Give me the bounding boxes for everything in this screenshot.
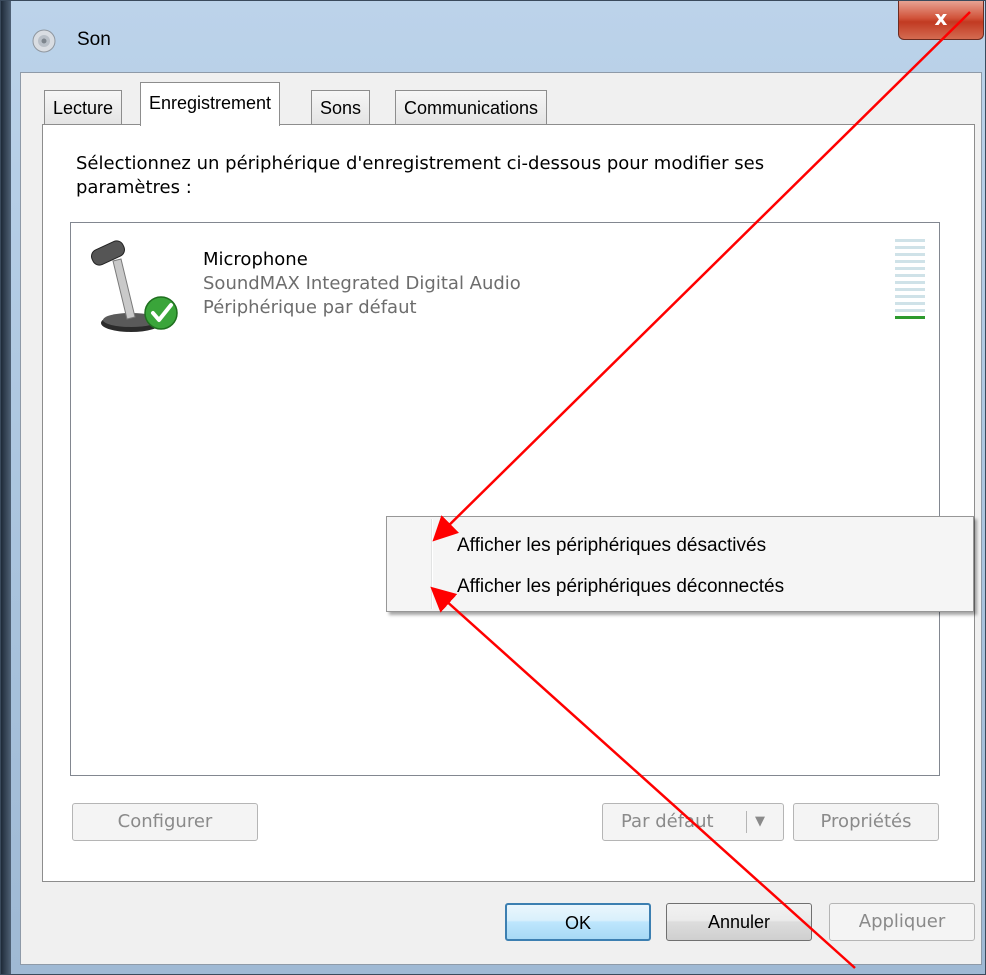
instruction-line: paramètres : <box>76 177 192 198</box>
close-icon: x <box>934 6 948 30</box>
level-segment <box>895 253 925 256</box>
context-menu: Afficher les périphériques désactivés Af… <box>386 516 974 612</box>
menu-gutter <box>431 519 433 609</box>
tab-label: Sons <box>320 98 362 118</box>
device-name: Microphone <box>203 249 308 270</box>
level-meter <box>895 239 925 329</box>
button-label: Configurer <box>117 811 213 832</box>
chevron-down-icon[interactable]: ▼ <box>755 804 769 840</box>
tab-communications[interactable]: Communications <box>395 90 548 124</box>
checkmark-badge <box>144 296 178 330</box>
microphone-icon <box>91 240 178 332</box>
level-segment <box>895 309 925 312</box>
tab-lecture[interactable]: Lecture <box>44 90 123 124</box>
tab-label: Communications <box>404 98 539 118</box>
tab-label: Lecture <box>53 98 114 118</box>
window-title: Son <box>77 29 111 50</box>
level-segment <box>895 295 925 298</box>
configure-button[interactable]: Configurer <box>72 803 258 841</box>
instruction-text: Sélectionnez un périphérique d'enregistr… <box>76 152 896 200</box>
cancel-button[interactable]: Annuler <box>666 903 812 941</box>
level-segment <box>895 281 925 284</box>
apply-button[interactable]: Appliquer <box>829 903 975 941</box>
menu-item-show-disabled[interactable]: Afficher les périphériques désactivés <box>457 535 766 557</box>
menu-item-show-disconnected[interactable]: Afficher les périphériques déconnectés <box>457 576 784 598</box>
level-segment <box>895 239 925 242</box>
button-label: Appliquer <box>858 911 946 932</box>
level-segment <box>895 274 925 277</box>
tab-enregistrement[interactable]: Enregistrement <box>140 82 281 126</box>
list-item[interactable]: Microphone SoundMAX Integrated Digital A… <box>81 233 931 343</box>
level-segment <box>895 288 925 291</box>
split-separator <box>746 811 747 833</box>
close-button[interactable]: x <box>898 1 984 40</box>
set-default-split-button[interactable]: Par défaut ▼ <box>602 803 784 841</box>
button-label: Annuler <box>707 912 771 932</box>
title-bar[interactable]: Son <box>11 1 985 81</box>
device-description: SoundMAX Integrated Digital Audio <box>203 273 521 294</box>
level-segment <box>895 260 925 263</box>
button-label: Par défaut <box>621 811 714 832</box>
tab-sons[interactable]: Sons <box>311 90 371 124</box>
level-segment <box>895 267 925 270</box>
button-label: OK <box>564 913 591 933</box>
instruction-line: Sélectionnez un périphérique d'enregistr… <box>76 153 765 174</box>
properties-button[interactable]: Propriétés <box>793 803 939 841</box>
level-segment <box>895 302 925 305</box>
level-segment <box>895 316 925 319</box>
device-status: Périphérique par défaut <box>203 297 417 318</box>
ok-button[interactable]: OK <box>505 903 651 941</box>
device-list[interactable]: Microphone SoundMAX Integrated Digital A… <box>70 222 940 776</box>
button-label: Propriétés <box>820 811 912 832</box>
speaker-icon <box>32 29 56 53</box>
level-segment <box>895 246 925 249</box>
tab-label: Enregistrement <box>149 93 272 113</box>
